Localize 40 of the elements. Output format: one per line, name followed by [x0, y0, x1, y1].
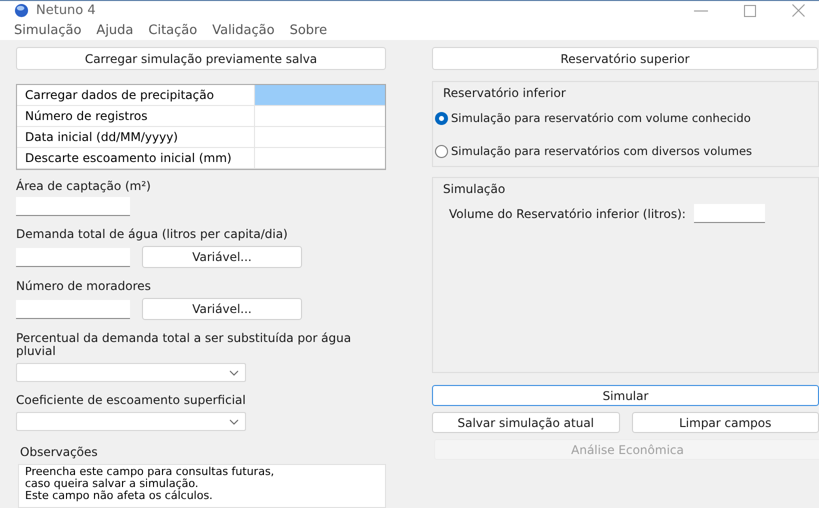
radio-option[interactable]: Simulação para reservatório com volume conhecido [435, 110, 818, 128]
variable-button[interactable]: Variável... [142, 298, 302, 320]
field-label: Número de moradores [16, 280, 152, 293]
volume-field[interactable] [694, 204, 765, 223]
radio-button[interactable] [435, 112, 448, 126]
field-label: Demanda total de água (litros per capita/dia) [16, 228, 289, 241]
action-button[interactable]: Salvar simulação atual [432, 412, 620, 433]
input-field[interactable] [16, 248, 130, 266]
menu-item[interactable]: Simulação [14, 20, 82, 40]
menu-item[interactable]: Citação [148, 20, 198, 40]
menu-item[interactable]: Validação [212, 20, 275, 40]
selected-cell[interactable] [255, 85, 385, 105]
action-button[interactable]: Simular [432, 385, 819, 406]
globe-icon [14, 3, 29, 18]
menu-item[interactable]: Ajuda [96, 20, 134, 40]
volume-label: Volume do Reservatório inferior (litros): [449, 206, 686, 222]
radio-button[interactable] [435, 145, 448, 158]
input-field[interactable] [16, 197, 130, 216]
notes-field[interactable]: Preencha este campo para consultas futuras, caso queira salvar a simulação. Este campo não afeta os cálculos. [18, 464, 386, 508]
maximize-icon[interactable] [744, 4, 756, 17]
menu-item[interactable]: Sobre [290, 20, 328, 40]
chevron-icon [229, 370, 239, 376]
action-button[interactable]: Limpar campos [632, 412, 819, 433]
upper-reservoir-button[interactable]: Reservatório superior [432, 47, 818, 70]
chevron-icon [229, 418, 239, 424]
radio-label: Simulação para reservatórios com diversos volumes [451, 143, 752, 160]
load-button[interactable]: Carregar simulação previamente salva [16, 47, 386, 70]
field-label: Coeficiente de escoamento superficial [16, 394, 247, 407]
minimize-icon[interactable] [694, 10, 708, 12]
group-title: Reservatório inferior [443, 85, 567, 102]
field-label: Percentual da demanda total a ser substituída por água pluvial [16, 332, 352, 358]
radio-option[interactable]: Simulação para reservatórios com diversos volumes [435, 143, 818, 160]
window-title: Netuno 4 [36, 2, 96, 20]
close-icon[interactable] [792, 4, 805, 18]
radio-label: Simulação para reservatório com volume conhecido [451, 110, 751, 127]
variable-button[interactable]: Variável... [142, 246, 302, 268]
group-title: Simulação [443, 181, 506, 198]
field-label: Área de captação (m²) [16, 180, 152, 193]
input-field[interactable] [16, 300, 130, 318]
notes-label: Observações [20, 444, 99, 461]
